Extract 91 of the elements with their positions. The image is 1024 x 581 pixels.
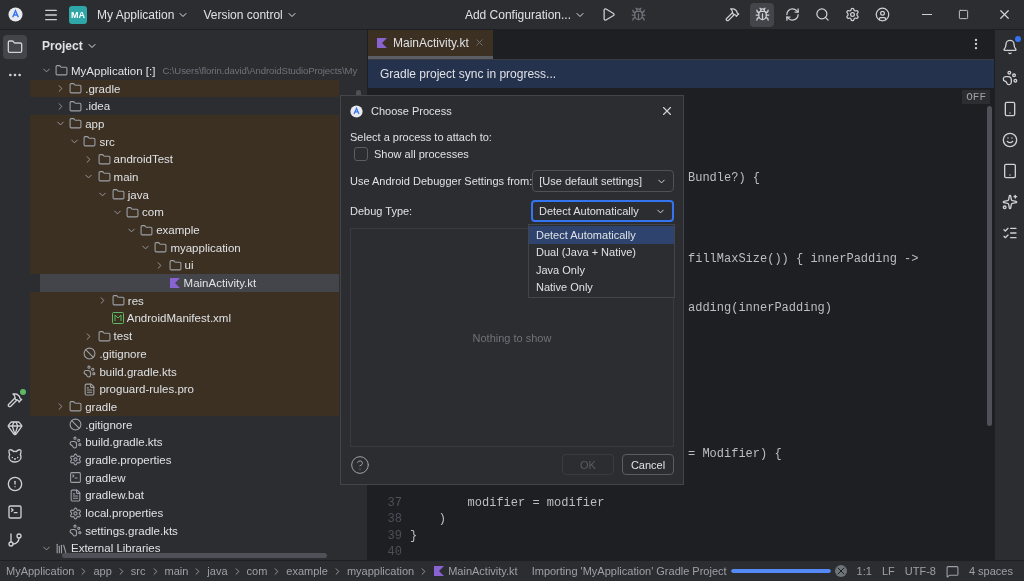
tree-item-label: build.gradle.kts xyxy=(99,365,177,378)
tree-item[interactable]: build.gradle.kts xyxy=(30,433,339,452)
tree-item-label: ui xyxy=(184,259,194,272)
code-line: fillMaxSize()) { innerPadding -> xyxy=(688,252,919,267)
tree-item-label: gradlew xyxy=(85,471,126,484)
tree-item-label: External Libraries xyxy=(71,542,161,555)
tree-item[interactable]: gradle xyxy=(30,398,339,416)
tree-item-label: test xyxy=(113,330,133,343)
tree-item[interactable]: gradlew.bat xyxy=(30,486,339,505)
tree-item-label: src xyxy=(99,135,115,148)
application-selector[interactable]: My Application xyxy=(93,5,194,24)
tree-item-label: MyApplication [:] xyxy=(71,64,156,77)
dialog-button[interactable]: Cancel xyxy=(622,454,674,475)
tree-item-label: gradlew.bat xyxy=(85,489,144,502)
tree-item[interactable]: External Libraries xyxy=(30,539,339,558)
tree-item[interactable]: gradlew xyxy=(30,468,339,487)
vcs-dropdown[interactable]: Version control xyxy=(199,5,302,24)
breadcrumb[interactable]: java xyxy=(207,565,228,577)
tree-item-label: .idea xyxy=(85,100,111,113)
project-path: C:\Users\florin.david\AndroidStudioProjects\My xyxy=(162,65,358,77)
tree-item[interactable]: MyApplication [:] C:\Users\florin.david\AndroidStudioProjects\My xyxy=(30,62,367,80)
inlay-toggle[interactable]: OFF xyxy=(962,89,990,104)
dropdown-option[interactable]: Dual (Java + Native) xyxy=(529,243,674,261)
tree-item-label: AndroidManifest.xml xyxy=(126,312,231,325)
tree-item-label: res xyxy=(127,294,144,307)
dropdown-option[interactable]: Detect Automatically xyxy=(529,226,674,244)
tree-item-label: main xyxy=(113,170,139,183)
tree-item[interactable]: main xyxy=(30,168,339,186)
tree-item[interactable]: .idea xyxy=(30,97,339,116)
breadcrumb[interactable]: app xyxy=(93,565,112,577)
tree-item[interactable]: settings.gradle.kts xyxy=(30,521,339,540)
tree-item[interactable]: app xyxy=(30,115,339,133)
field-label: Debug Type: xyxy=(350,205,413,217)
breadcrumb[interactable]: MainActivity.kt xyxy=(433,565,518,577)
code-line: } xyxy=(410,528,418,543)
tree-item[interactable]: .gitignore xyxy=(30,345,339,363)
tree-item-label: app xyxy=(85,117,105,130)
breadcrumb[interactable]: src xyxy=(130,565,146,577)
select-field[interactable]: Detect Automatically xyxy=(531,200,674,222)
run-config-dropdown[interactable]: Add Configuration... xyxy=(460,5,590,24)
tree-item-label: java xyxy=(127,188,149,201)
tree-item-label: MainActivity.kt xyxy=(183,277,257,290)
panel-title-dropdown[interactable]: Project xyxy=(36,38,104,54)
tree-item-label: example xyxy=(156,224,200,237)
dialog-title: Choose Process xyxy=(371,105,453,117)
tree-item-label: .gitignore xyxy=(99,347,147,360)
code-line: Bundle?) { xyxy=(688,171,760,186)
prompt-text: Select a process to attach to: xyxy=(350,131,492,143)
editor-tab[interactable]: MainActivity.kt xyxy=(368,30,493,59)
tree-item-label: build.gradle.kts xyxy=(85,436,163,449)
breadcrumb[interactable]: example xyxy=(286,565,328,577)
status-item[interactable]: 1:1 xyxy=(856,565,872,577)
tree-item[interactable]: proguard-rules.pro xyxy=(30,380,339,399)
breadcrumb[interactable]: myapplication xyxy=(346,565,415,577)
dropdown-option[interactable]: Native Only xyxy=(529,278,674,296)
tree-item-label: local.properties xyxy=(85,507,164,520)
tree-item-label: proguard-rules.pro xyxy=(99,383,194,396)
tree-item-label: .gitignore xyxy=(85,418,133,431)
checkbox-label: Show all processes xyxy=(374,148,469,160)
tree-item-label: androidTest xyxy=(113,153,174,166)
tree-item[interactable]: androidTest xyxy=(30,150,339,169)
breadcrumb[interactable]: MyApplication xyxy=(6,565,75,577)
tree-item[interactable]: MainActivity.kt xyxy=(40,274,339,292)
tree-item-label: .gradle xyxy=(85,82,121,95)
code-line: ) xyxy=(437,512,446,527)
tree-item-label: settings.gradle.kts xyxy=(85,524,178,537)
dropdown-option[interactable]: Java Only xyxy=(529,261,674,279)
sync-banner: Gradle project sync in progress... xyxy=(368,59,994,88)
tree-item-label: com xyxy=(142,206,164,219)
tree-item[interactable]: local.properties xyxy=(30,504,339,522)
tree-item[interactable]: gradle.properties xyxy=(30,451,339,469)
project-badge: MA xyxy=(69,5,87,24)
task-text: Importing 'MyApplication' Gradle Project xyxy=(531,565,727,577)
code-line: modifier = modifier xyxy=(466,496,605,511)
status-item[interactable]: 4 spaces xyxy=(968,565,1013,577)
tree-item[interactable]: test xyxy=(30,327,339,345)
select-field[interactable]: [Use default settings] xyxy=(532,170,674,192)
status-item[interactable]: UTF-8 xyxy=(904,565,936,577)
field-label: Use Android Debugger Settings from: xyxy=(350,175,533,187)
tree-item-label: gradle xyxy=(85,400,118,413)
breadcrumb[interactable]: main xyxy=(164,565,189,577)
code-line: adding(innerPadding) xyxy=(688,301,833,316)
code-line: = Modifier) { xyxy=(688,447,782,462)
empty-text: Nothing to show xyxy=(472,331,552,344)
breadcrumb[interactable]: com xyxy=(246,565,268,577)
status-item[interactable]: LF xyxy=(881,565,895,577)
tree-item-label: gradle.properties xyxy=(85,453,172,466)
tree-item[interactable]: .gradle xyxy=(30,79,339,98)
tree-item[interactable]: example xyxy=(30,221,339,239)
tree-item[interactable]: .gitignore xyxy=(30,415,339,434)
tree-item-label: myapplication xyxy=(170,241,241,254)
